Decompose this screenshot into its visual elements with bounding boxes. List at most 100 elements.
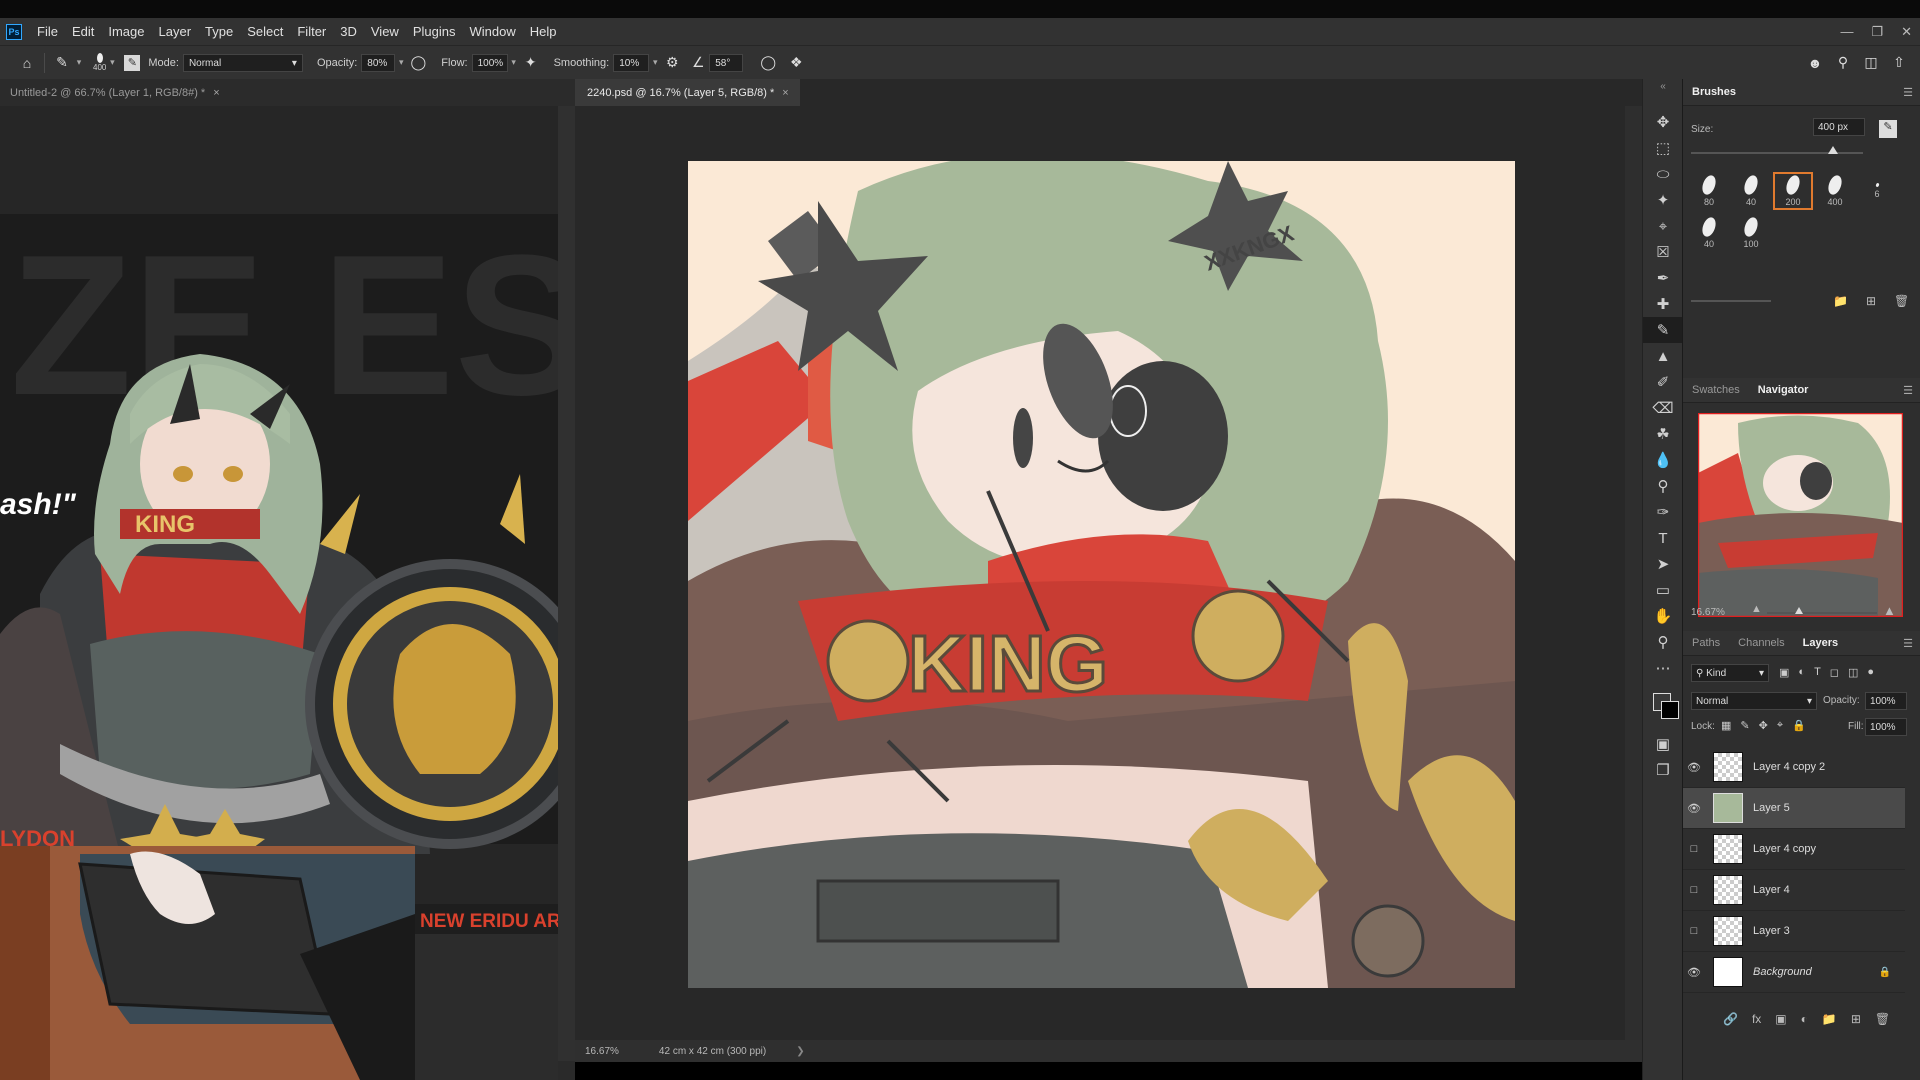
pressure-opacity-icon[interactable]: ◯	[407, 52, 429, 74]
lock-icon[interactable]: 🔒	[1879, 967, 1891, 978]
filter-smart-object-icon[interactable]: ◫	[1848, 666, 1858, 679]
lock-artboard-icon[interactable]: ⌖	[1777, 719, 1783, 732]
brush-preset-80[interactable]: 80	[1689, 172, 1729, 210]
chevron-down-icon[interactable]: ▾	[649, 57, 661, 68]
chevron-down-icon[interactable]: ▾	[395, 57, 407, 68]
eyedropper-icon[interactable]: ✒	[1643, 265, 1683, 291]
tab-navigator[interactable]: Navigator	[1749, 384, 1818, 396]
fx-icon[interactable]: fx	[1752, 1012, 1761, 1026]
menu-select[interactable]: Select	[240, 24, 290, 39]
brush-tool-preset-icon[interactable]: ✎	[51, 52, 73, 74]
brush-preset-6[interactable]: 6	[1857, 172, 1897, 210]
paint-bucket-icon[interactable]: ☘	[1643, 421, 1683, 447]
search-icon[interactable]: ⚲	[1832, 52, 1854, 74]
pressure-size-icon[interactable]: ◯	[757, 52, 779, 74]
clone-stamp-icon[interactable]: ▲	[1643, 343, 1683, 369]
menu-window[interactable]: Window	[462, 24, 522, 39]
restore-icon[interactable]: ❐	[1871, 24, 1883, 40]
tab-paths[interactable]: Paths	[1683, 637, 1729, 649]
layer-opacity-input[interactable]: 100%	[1865, 692, 1907, 710]
opacity-input[interactable]: 80%	[361, 53, 396, 72]
tab-channels[interactable]: Channels	[1729, 637, 1793, 649]
size-slider-handle[interactable]	[1828, 146, 1838, 154]
trash-icon[interactable]: 🗑	[1875, 1012, 1890, 1026]
pen-tool-icon[interactable]: ✑	[1643, 499, 1683, 525]
minimize-icon[interactable]: —	[1840, 24, 1853, 39]
menu-3d[interactable]: 3D	[333, 24, 364, 39]
menu-type[interactable]: Type	[198, 24, 240, 39]
layer-row[interactable]: □ Layer 4	[1683, 870, 1905, 911]
navigator-zoom-slider[interactable]	[1767, 612, 1877, 614]
adjustment-layer-icon[interactable]: ◐	[1801, 1012, 1808, 1026]
close-icon[interactable]: ✕	[1901, 24, 1912, 40]
new-group-icon[interactable]: 📁	[1822, 1012, 1837, 1026]
layer-row-selected[interactable]: 👁 Layer 5	[1683, 788, 1905, 829]
dodge-tool-icon[interactable]: ⚲	[1643, 473, 1683, 499]
zoom-out-icon[interactable]: ▲	[1751, 603, 1762, 615]
menu-help[interactable]: Help	[523, 24, 564, 39]
artwork-canvas[interactable]: XXKNGX KING	[688, 161, 1515, 988]
brush-preset-400[interactable]: 400	[1815, 172, 1855, 210]
visibility-toggle[interactable]: □	[1683, 843, 1705, 855]
blur-tool-icon[interactable]: 💧	[1643, 447, 1683, 473]
airbrush-icon[interactable]: ✦	[520, 52, 542, 74]
lock-all-icon[interactable]: 🔒	[1792, 719, 1806, 732]
crop-tool-icon[interactable]: ⌖	[1643, 213, 1683, 239]
menu-plugins[interactable]: Plugins	[406, 24, 463, 39]
filter-shape-icon[interactable]: ◻	[1830, 666, 1839, 679]
menu-layer[interactable]: Layer	[152, 24, 199, 39]
tab-layers[interactable]: Layers	[1794, 637, 1847, 649]
type-tool-icon[interactable]: T	[1643, 525, 1683, 551]
hand-tool-icon[interactable]: ✋	[1643, 603, 1683, 629]
brush-preset-40b[interactable]: 40	[1689, 214, 1729, 252]
color-swatches[interactable]	[1643, 681, 1683, 731]
path-select-icon[interactable]: ➤	[1643, 551, 1683, 577]
brush-tool-icon[interactable]: ✎	[1643, 317, 1683, 343]
smoothing-input[interactable]: 10%	[613, 53, 650, 72]
more-tools-icon[interactable]: ⋯	[1643, 655, 1683, 681]
brush-settings-icon[interactable]: ✎	[124, 54, 141, 71]
layer-row[interactable]: 👁 Layer 4 copy 2	[1683, 747, 1905, 788]
blend-mode-select[interactable]: Normal ▾	[1691, 692, 1817, 710]
workspace-icon[interactable]: ◫	[1860, 52, 1882, 74]
eye-icon[interactable]: 👁	[1683, 761, 1705, 774]
move-tool-icon[interactable]: ✥	[1643, 109, 1683, 135]
lock-transparency-icon[interactable]: ▦	[1721, 719, 1731, 732]
chevron-right-icon[interactable]: ❯	[796, 1046, 804, 1057]
trash-icon[interactable]: 🗑	[1894, 294, 1909, 308]
screen-mode-icon[interactable]: ❐	[1643, 757, 1683, 783]
layer-row[interactable]: 👁 Background 🔒	[1683, 952, 1905, 993]
document-tab-active[interactable]: 2240.psd @ 16.7% (Layer 5, RGB/8) * ×	[575, 79, 800, 106]
brush-size-input[interactable]: 400 px	[1813, 118, 1865, 136]
fill-input[interactable]: 100%	[1865, 718, 1907, 736]
vertical-scrollbar[interactable]	[558, 106, 575, 1061]
menu-image[interactable]: Image	[101, 24, 151, 39]
home-icon[interactable]: ⌂	[16, 52, 38, 74]
magic-wand-icon[interactable]: ✦	[1643, 187, 1683, 213]
brush-preset-100[interactable]: 100	[1731, 214, 1771, 252]
history-brush-icon[interactable]: ✐	[1643, 369, 1683, 395]
menu-edit[interactable]: Edit	[65, 24, 101, 39]
layer-filter-select[interactable]: ⚲ Kind ▾	[1691, 664, 1769, 682]
eye-icon[interactable]: 👁	[1683, 802, 1705, 815]
filter-pixel-icon[interactable]: ▣	[1779, 666, 1789, 679]
rectangle-tool-icon[interactable]: ▭	[1643, 577, 1683, 603]
flow-input[interactable]: 100%	[471, 53, 508, 72]
navigator-thumbnail[interactable]	[1698, 413, 1903, 617]
filter-type-icon[interactable]: T	[1814, 666, 1821, 679]
lasso-tool-icon[interactable]: ⬭	[1643, 161, 1683, 187]
preview-size-slider[interactable]	[1691, 300, 1771, 302]
new-layer-icon[interactable]: ⊞	[1851, 1012, 1861, 1026]
brush-preset-200-selected[interactable]: 200	[1773, 172, 1813, 210]
brush-size-picker[interactable]: 400	[93, 53, 106, 72]
brush-settings-icon[interactable]: ✎	[1879, 120, 1897, 138]
menu-view[interactable]: View	[364, 24, 406, 39]
link-layers-icon[interactable]: 🔗	[1723, 1012, 1738, 1026]
folder-icon[interactable]: 📁	[1833, 294, 1848, 308]
marquee-tool-icon[interactable]: ⬚	[1643, 135, 1683, 161]
panel-menu-icon[interactable]: ☰	[1903, 86, 1913, 99]
new-brush-icon[interactable]: ⊞	[1866, 294, 1876, 308]
menu-file[interactable]: File	[30, 24, 65, 39]
chevron-down-icon[interactable]: ▾	[73, 57, 85, 68]
zoom-in-icon[interactable]: ▲	[1883, 603, 1896, 618]
